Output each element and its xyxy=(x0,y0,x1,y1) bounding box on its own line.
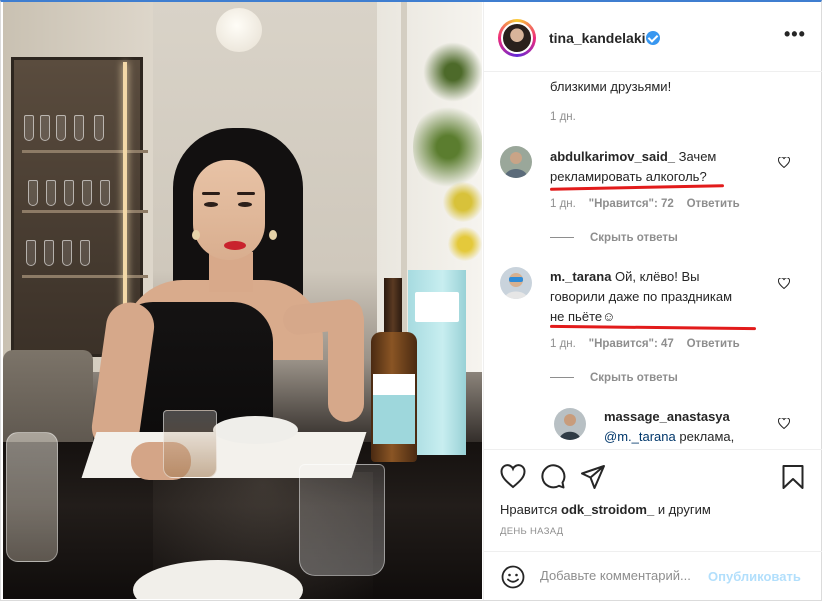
comment-text: не пьёте☺ xyxy=(550,309,616,324)
photo-bottle-neck xyxy=(384,278,402,338)
photo-woman-eye xyxy=(238,202,252,207)
more-options-icon[interactable]: ••• xyxy=(784,24,806,45)
reply-mention-link[interactable]: @m._tarana xyxy=(604,429,676,444)
photo-woman-brow xyxy=(237,192,255,195)
commenter-avatar-image xyxy=(500,146,532,178)
comment-meta: 1 дн. "Нравится": 47 Ответить xyxy=(550,338,740,350)
reply-like-heart-icon[interactable] xyxy=(778,418,790,429)
share-icon[interactable] xyxy=(580,464,606,490)
post-sidebar: tina_kandelaki ••• близкими друзьями! 1 … xyxy=(483,2,822,600)
photo-glassware xyxy=(40,115,50,141)
comment-text: Зачем xyxy=(678,149,717,164)
hide-replies-label: Скрыть ответы xyxy=(590,372,678,384)
likes-suffix[interactable]: и другим xyxy=(658,502,711,517)
photo-plant xyxy=(423,42,482,102)
photo-glassware xyxy=(64,180,74,206)
photo-shelf xyxy=(22,210,148,213)
likes-summary: Нравится odk_stroidom_ и другим xyxy=(500,502,711,517)
photo-glassware xyxy=(94,115,104,141)
comment-body: abdulkarimov_said_ Зачем рекламировать а… xyxy=(550,147,760,187)
photo-yellow-flower xyxy=(448,227,482,261)
likes-user-link[interactable]: odk_stroidom_ xyxy=(561,502,654,517)
photo-woman-forearm xyxy=(328,302,364,422)
photo-glassware xyxy=(80,240,90,266)
replies-divider xyxy=(550,237,574,239)
comment-meta: 1 дн. "Нравится": 72 Ответить xyxy=(550,198,740,210)
photo-glassware xyxy=(44,240,54,266)
photo-glassware xyxy=(100,180,110,206)
hide-replies-button[interactable]: Скрыть ответы xyxy=(550,372,678,384)
comment-like-heart-icon[interactable] xyxy=(778,278,790,289)
add-comment-bar: Опубликовать xyxy=(484,551,822,600)
photo-pendant-lamp xyxy=(216,8,262,52)
photo-glassware xyxy=(26,240,36,266)
photo-foreground-glass xyxy=(299,464,385,576)
bookmark-icon[interactable] xyxy=(780,464,806,490)
author-avatar-image xyxy=(501,22,533,54)
photo-earring xyxy=(192,230,200,240)
reply-body: massage_anastasya @m._tarana реклама, xyxy=(604,407,774,447)
photo-woman-lips xyxy=(224,241,246,250)
photo-shelf xyxy=(22,275,148,278)
verified-badge-icon xyxy=(646,31,660,45)
author-username[interactable]: tina_kandelaki xyxy=(549,30,646,46)
photo-glassware xyxy=(56,115,66,141)
photo-glassware xyxy=(28,180,38,206)
photo-plate xyxy=(213,416,298,444)
commenter-avatar[interactable] xyxy=(500,267,532,299)
post-date[interactable]: ДЕНЬ НАЗАД xyxy=(500,526,563,537)
photo-glassware xyxy=(74,115,84,141)
photo-woman-brow xyxy=(202,192,220,195)
photo-whisky-glass xyxy=(163,410,217,478)
photo-yellow-flower xyxy=(443,182,482,222)
photo-shelf xyxy=(22,150,148,153)
reply-text: реклама, xyxy=(679,429,735,444)
commenter-avatar[interactable] xyxy=(500,146,532,178)
reply-avatar[interactable] xyxy=(554,408,586,440)
comment-username[interactable]: abdulkarimov_said_ xyxy=(550,149,675,164)
comment-reply-button[interactable]: Ответить xyxy=(687,198,740,210)
comment-text: рекламировать алкоголь? xyxy=(550,169,707,184)
photo-box-label xyxy=(415,292,459,322)
emoji-icon[interactable] xyxy=(501,565,525,589)
photo-glassware xyxy=(46,180,56,206)
comments-list[interactable]: близкими друзьями! 1 дн. abdulkarimov_sa… xyxy=(484,73,822,448)
heart-icon[interactable] xyxy=(500,464,526,490)
comment-timestamp[interactable]: 1 дн. xyxy=(550,198,576,210)
commenter-avatar-image xyxy=(500,267,532,299)
comment-text: Ой, клёво! Вы xyxy=(615,269,700,284)
comment-input[interactable] xyxy=(540,568,710,583)
reply-avatar-image xyxy=(554,408,586,440)
comment-body: m._tarana Ой, клёво! Вы говорили даже по… xyxy=(550,267,765,327)
hide-replies-button[interactable]: Скрыть ответы xyxy=(550,232,678,244)
comment-reply-button[interactable]: Ответить xyxy=(687,338,740,350)
photo-woman-eye xyxy=(204,202,218,207)
caption-timestamp[interactable]: 1 дн. xyxy=(550,111,576,123)
likes-prefix: Нравится xyxy=(500,502,558,517)
comment-likes-count[interactable]: "Нравится": 47 xyxy=(589,338,674,350)
photo-glass-jar xyxy=(6,432,58,562)
photo-glassware xyxy=(82,180,92,206)
comment-text: говорили даже по праздникам xyxy=(550,289,733,304)
photo-bottle-label xyxy=(373,374,415,444)
post-photo[interactable] xyxy=(3,2,482,599)
post-header: tina_kandelaki ••• xyxy=(484,2,822,72)
replies-divider xyxy=(550,377,574,379)
comment-like-heart-icon[interactable] xyxy=(778,157,790,168)
caption-text: близкими друзьями! xyxy=(550,79,672,94)
photo-plant xyxy=(413,102,482,192)
post-actions: Нравится odk_stroidom_ и другим ДЕНЬ НАЗ… xyxy=(484,449,822,551)
hide-replies-label: Скрыть ответы xyxy=(590,232,678,244)
comment-icon[interactable] xyxy=(540,464,566,490)
comment-timestamp[interactable]: 1 дн. xyxy=(550,338,576,350)
photo-glassware xyxy=(24,115,34,141)
reply-username[interactable]: massage_anastasya xyxy=(604,409,730,424)
author-avatar[interactable] xyxy=(498,19,536,57)
photo-glassware xyxy=(62,240,72,266)
comment-likes-count[interactable]: "Нравится": 72 xyxy=(589,198,674,210)
publish-button[interactable]: Опубликовать xyxy=(708,569,801,584)
comment-username[interactable]: m._tarana xyxy=(550,269,611,284)
photo-earring xyxy=(269,230,277,240)
